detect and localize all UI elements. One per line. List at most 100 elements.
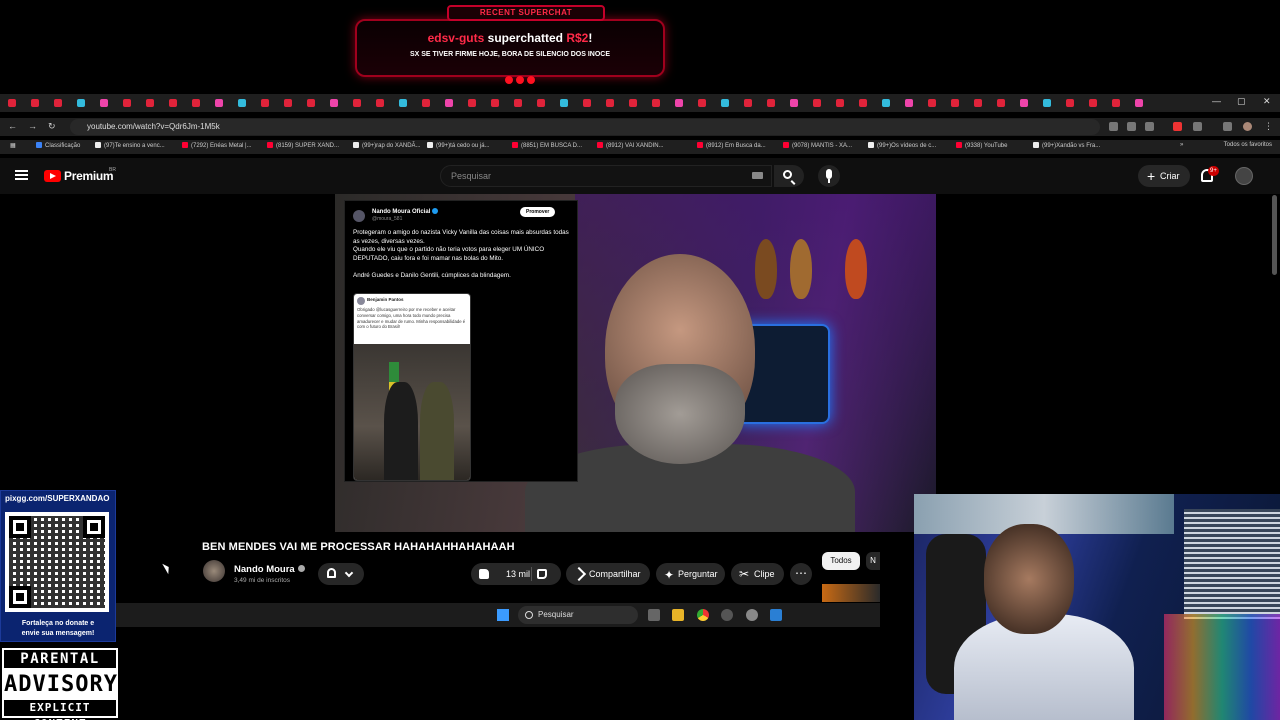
ask-button[interactable]: ✦ Perguntar — [656, 563, 725, 585]
tab-favicon-icon[interactable] — [928, 99, 936, 107]
share-button[interactable]: Compartilhar — [566, 563, 650, 585]
bookmark-item[interactable]: (99+)tá cedo ou já... — [427, 142, 490, 149]
tab-favicon-icon[interactable] — [1043, 99, 1051, 107]
bookmark-item[interactable]: (99+)rap do XANDÃ... — [353, 142, 421, 149]
bookmark-item[interactable]: (9078) MANTIS - XA... — [783, 142, 852, 149]
tab-favicon-icon[interactable] — [698, 99, 706, 107]
file-explorer-icon[interactable] — [672, 609, 684, 621]
tab-favicon-icon[interactable] — [399, 99, 407, 107]
clip-button[interactable]: ✂ Clipe — [731, 563, 784, 585]
bookmark-item[interactable]: (9338) YouTube — [956, 142, 1007, 149]
bookmark-item[interactable]: (99+)Xandão vs Fra... — [1033, 142, 1100, 149]
dislike-icon[interactable] — [537, 569, 547, 579]
hamburger-menu-icon[interactable] — [15, 170, 28, 180]
bookmark-item[interactable]: (97)Te ensino a venc... — [95, 142, 165, 149]
tab-favicon-icon[interactable] — [77, 99, 85, 107]
tab-favicon-icon[interactable] — [652, 99, 660, 107]
channel-name[interactable]: Nando Moura — [234, 564, 305, 575]
tab-favicon-icon[interactable] — [468, 99, 476, 107]
tab-favicon-icon[interactable] — [859, 99, 867, 107]
subscription-bell-button[interactable] — [318, 563, 364, 585]
tab-favicon-icon[interactable] — [1135, 99, 1143, 107]
bookmark-item[interactable]: (8912) VAI XANDIN... — [597, 142, 664, 149]
browser-tab-strip[interactable] — [0, 94, 1280, 112]
tab-favicon-icon[interactable] — [376, 99, 384, 107]
tab-favicon-icon[interactable] — [100, 99, 108, 107]
keyboard-icon[interactable] — [752, 172, 763, 179]
tab-favicon-icon[interactable] — [123, 99, 131, 107]
tab-favicon-icon[interactable] — [951, 99, 959, 107]
tab-favicon-icon[interactable] — [31, 99, 39, 107]
like-count[interactable]: 13 mil — [506, 563, 530, 585]
create-button[interactable]: Criar — [1138, 165, 1190, 187]
youtube-brand[interactable]: Premium — [64, 169, 114, 183]
bookmark-item[interactable]: (8912) Em Busca da... — [697, 142, 766, 149]
youtube-logo-icon[interactable] — [44, 170, 61, 182]
app-icon[interactable] — [770, 609, 782, 621]
maximize-icon[interactable]: ▢ — [1237, 96, 1246, 107]
bookmark-item[interactable]: (7292) Enéas Metal |... — [182, 142, 252, 149]
forward-icon[interactable]: → — [28, 121, 37, 131]
recommended-thumbnail[interactable] — [822, 584, 880, 602]
more-bookmarks-icon[interactable]: » — [1180, 142, 1183, 148]
tab-favicon-icon[interactable] — [1020, 99, 1028, 107]
settings-icon[interactable] — [746, 609, 758, 621]
tab-favicon-icon[interactable] — [445, 99, 453, 107]
tab-favicon-icon[interactable] — [491, 99, 499, 107]
apps-icon[interactable]: ▦ — [10, 142, 16, 149]
windows-start-icon[interactable] — [497, 609, 509, 621]
cast-icon[interactable] — [1109, 122, 1118, 131]
like-icon[interactable] — [479, 569, 489, 579]
tab-favicon-icon[interactable] — [836, 99, 844, 107]
bookmark-item[interactable]: Classificação — [36, 142, 80, 149]
tab-favicon-icon[interactable] — [675, 99, 683, 107]
tab-favicon-icon[interactable] — [721, 99, 729, 107]
tab-favicon-icon[interactable] — [767, 99, 775, 107]
tab-favicon-icon[interactable] — [422, 99, 430, 107]
tab-favicon-icon[interactable] — [353, 99, 361, 107]
tab-favicon-icon[interactable] — [882, 99, 890, 107]
app-icon[interactable] — [721, 609, 733, 621]
reload-icon[interactable]: ↻ — [48, 121, 56, 132]
extension-icon[interactable] — [1173, 122, 1182, 131]
close-window-icon[interactable]: ✕ — [1263, 96, 1271, 107]
profile-icon[interactable] — [1243, 122, 1252, 131]
tab-favicon-icon[interactable] — [284, 99, 292, 107]
tab-favicon-icon[interactable] — [192, 99, 200, 107]
tab-favicon-icon[interactable] — [905, 99, 913, 107]
tab-favicon-icon[interactable] — [169, 99, 177, 107]
extensions-icon[interactable] — [1223, 122, 1232, 131]
search-button[interactable] — [774, 165, 804, 187]
bookmark-star-icon[interactable] — [1145, 122, 1154, 131]
tab-favicon-icon[interactable] — [974, 99, 982, 107]
tab-favicon-icon[interactable] — [790, 99, 798, 107]
tab-favicon-icon[interactable] — [307, 99, 315, 107]
tab-favicon-icon[interactable] — [261, 99, 269, 107]
zoom-icon[interactable] — [1127, 122, 1136, 131]
search-input[interactable]: Pesquisar — [440, 165, 772, 187]
address-bar[interactable]: youtube.com/watch?v=Qdr6Jm-1M5k — [70, 119, 1100, 135]
scrollbar[interactable] — [1272, 195, 1277, 275]
bookmark-item[interactable]: (8159) SUPER XAND... — [267, 142, 339, 149]
chrome-icon[interactable] — [697, 609, 709, 621]
tab-favicon-icon[interactable] — [1089, 99, 1097, 107]
tab-favicon-icon[interactable] — [583, 99, 591, 107]
tab-favicon-icon[interactable] — [813, 99, 821, 107]
more-actions-button[interactable]: ⋯ — [790, 563, 812, 585]
account-avatar[interactable] — [1235, 167, 1253, 185]
bookmark-item[interactable]: (99+)Os vídeos de c... — [868, 142, 936, 149]
all-bookmarks[interactable]: Todos os favoritos — [1224, 142, 1272, 148]
tab-favicon-icon[interactable] — [606, 99, 614, 107]
tab-favicon-icon[interactable] — [560, 99, 568, 107]
tab-favicon-icon[interactable] — [1066, 99, 1074, 107]
tab-favicon-icon[interactable] — [744, 99, 752, 107]
tab-favicon-icon[interactable] — [330, 99, 338, 107]
bookmark-item[interactable]: (8851) EM BUSCA D... — [512, 142, 582, 149]
taskbar-search[interactable]: Pesquisar — [518, 606, 638, 624]
extension-icon[interactable] — [1193, 122, 1202, 131]
tab-favicon-icon[interactable] — [537, 99, 545, 107]
tab-favicon-icon[interactable] — [514, 99, 522, 107]
back-icon[interactable]: ← — [8, 121, 17, 131]
browser-menu-icon[interactable]: ⋮ — [1264, 121, 1273, 132]
tab-favicon-icon[interactable] — [54, 99, 62, 107]
